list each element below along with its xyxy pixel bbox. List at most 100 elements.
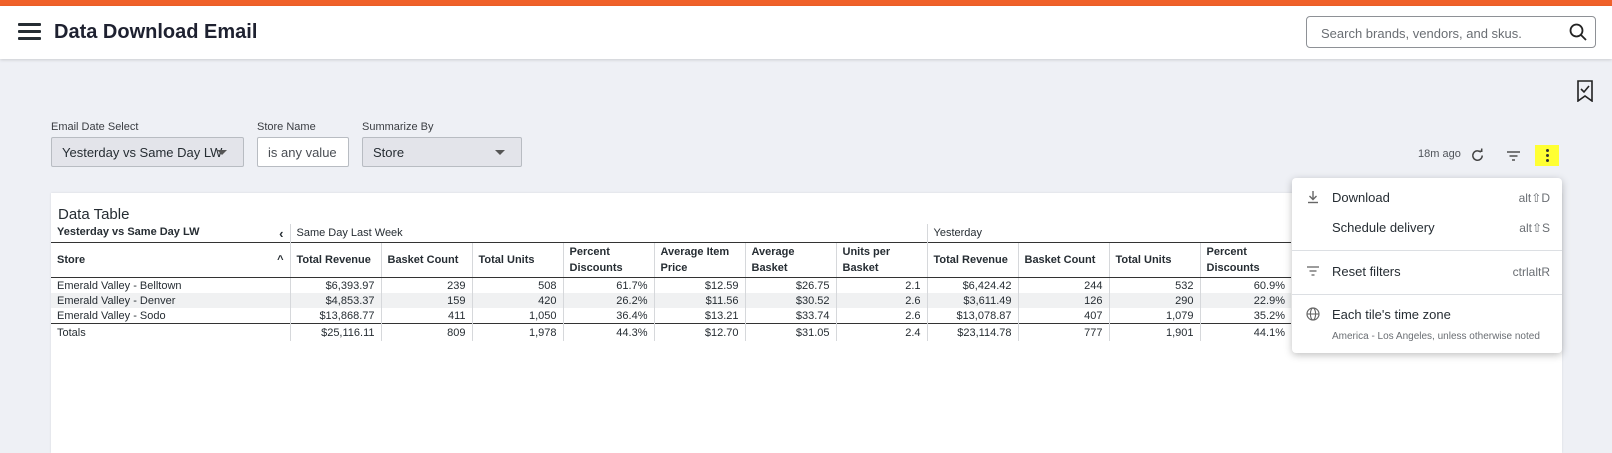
table-cell: 411 — [380, 308, 472, 324]
table-cell: $25,116.11 — [289, 323, 381, 341]
column-header[interactable]: Average Item Price — [653, 242, 745, 278]
store-name-field[interactable]: is any value — [257, 137, 349, 167]
table-cell: $6,393.97 — [289, 277, 381, 293]
menu-divider — [1292, 294, 1562, 295]
summarize-by-select[interactable]: Store — [362, 137, 522, 167]
group-yesterday: Yesterday — [926, 224, 1291, 243]
table-cell: $31.05 — [744, 323, 836, 341]
globe-icon — [1306, 307, 1320, 321]
hamburger-menu-icon[interactable] — [18, 23, 41, 41]
table-cell: $23,114.78 — [926, 323, 1018, 341]
filter-value: Yesterday vs Same Day LW — [62, 145, 223, 160]
filter-lines-icon[interactable] — [1506, 150, 1521, 162]
table-cell: 60.9% — [1199, 277, 1291, 293]
menu-divider — [1292, 250, 1562, 251]
search-box[interactable] — [1306, 16, 1596, 48]
download-icon — [1308, 191, 1318, 204]
table-cell: 239 — [380, 277, 472, 293]
menu-label: Each tile's time zone — [1332, 307, 1451, 322]
table-cell: 22.9% — [1199, 293, 1291, 308]
store-cell: Totals — [51, 323, 290, 341]
totals-row: Totals $25,116.11 809 1,978 44.3% $12.70 $31.0… — [51, 323, 1291, 341]
column-header[interactable]: Basket Count — [380, 242, 472, 278]
search-input[interactable] — [1319, 23, 1563, 43]
filter-summarize-by: Summarize By Store — [362, 121, 522, 167]
table-cell: $13,078.87 — [926, 308, 1018, 324]
filter-email-date: Email Date Select Yesterday vs Same Day … — [51, 121, 244, 167]
filter-label: Email Date Select — [51, 121, 139, 133]
tile-title: Data Table — [58, 206, 130, 223]
more-options-menu: Download alt⇧D Schedule delivery alt⇧S R… — [1292, 178, 1562, 353]
group-same-day-last-week: Same Day Last Week — [289, 224, 927, 243]
bookmark-check-icon[interactable] — [1575, 80, 1595, 102]
column-header[interactable]: Total Revenue — [289, 242, 381, 278]
menu-label: Reset filters — [1332, 264, 1401, 279]
store-cell: Emerald Valley - Denver — [51, 293, 290, 308]
filter-store-name: Store Name is any value — [257, 121, 349, 167]
filter-lines-icon — [1307, 266, 1319, 276]
email-date-select[interactable]: Yesterday vs Same Day LW — [51, 137, 244, 167]
table-cell: 26.2% — [562, 293, 654, 308]
table-cell: 159 — [380, 293, 472, 308]
chevron-left-icon[interactable]: ‹ — [279, 226, 283, 241]
filter-label: Store Name — [257, 121, 316, 133]
table-cell: 2.4 — [835, 323, 927, 341]
table-cell: 532 — [1108, 277, 1200, 293]
table-cell: $3,611.49 — [926, 293, 1018, 308]
menu-item-schedule-delivery[interactable]: Schedule delivery alt⇧S — [1292, 213, 1562, 241]
table-cell: 290 — [1108, 293, 1200, 308]
header-label: Store — [57, 254, 86, 266]
pivot-label-cell: Yesterday vs Same Day LW ‹ — [51, 224, 290, 243]
refresh-icon[interactable] — [1470, 148, 1485, 163]
table-row: Emerald Valley - Denver $4,853.37 159 420 26… — [51, 293, 1291, 308]
data-table: Yesterday vs Same Day LW ‹ Same Day Last… — [51, 224, 1291, 341]
menu-item-time-zone[interactable]: Each tile's time zone America - Los Ange… — [1292, 300, 1562, 346]
header: Data Download Email — [0, 6, 1612, 59]
table-cell: $33.74 — [744, 308, 836, 324]
chevron-down-icon — [217, 150, 227, 155]
table-cell: 2.6 — [835, 308, 927, 324]
store-column-header[interactable]: Store ^ — [51, 242, 290, 278]
column-header[interactable]: Basket Count — [1017, 242, 1109, 278]
column-header[interactable]: Percent Discounts — [562, 242, 654, 278]
table-cell: $13.21 — [653, 308, 745, 324]
table-cell: $30.52 — [744, 293, 836, 308]
menu-shortcut: alt⇧S — [1519, 221, 1550, 235]
table-cell: 61.7% — [562, 277, 654, 293]
filter-value: is any value — [268, 145, 337, 160]
table-row: Emerald Valley - Belltown $6,393.97 239 508… — [51, 277, 1291, 293]
menu-item-reset-filters[interactable]: Reset filters ctrlaltR — [1292, 257, 1562, 285]
column-header[interactable]: Total Revenue — [926, 242, 1018, 278]
table-cell: 2.6 — [835, 293, 927, 308]
more-options-button[interactable] — [1535, 145, 1559, 166]
column-header[interactable]: Average Basket — [744, 242, 836, 278]
filter-label: Summarize By — [362, 121, 434, 133]
table-cell: 126 — [1017, 293, 1109, 308]
column-header[interactable]: Total Units — [471, 242, 563, 278]
menu-label: Schedule delivery — [1332, 220, 1435, 235]
table-cell: 809 — [380, 323, 472, 341]
table-cell: $12.59 — [653, 277, 745, 293]
column-header[interactable]: Units per Basket — [835, 242, 927, 278]
table-cell: $4,853.37 — [289, 293, 381, 308]
table-cell: 44.3% — [562, 323, 654, 341]
menu-shortcut: alt⇧D — [1518, 191, 1550, 205]
column-header[interactable]: Percent Discounts — [1199, 242, 1291, 278]
table-cell: 2.1 — [835, 277, 927, 293]
store-cell: Emerald Valley - Belltown — [57, 279, 182, 292]
menu-item-download[interactable]: Download alt⇧D — [1292, 183, 1562, 211]
table-cell: $26.75 — [744, 277, 836, 293]
search-icon[interactable] — [1569, 23, 1587, 41]
group-header-row: Yesterday vs Same Day LW ‹ Same Day Last… — [51, 224, 1291, 243]
column-header[interactable]: Total Units — [1108, 242, 1200, 278]
chevron-down-icon — [495, 150, 505, 155]
menu-sublabel: America - Los Angeles, unless otherwise … — [1332, 331, 1540, 342]
menu-shortcut: ctrlaltR — [1512, 265, 1550, 279]
table-body: Emerald Valley - Belltown $6,393.97 239 508… — [51, 277, 1291, 341]
table-cell: 508 — [471, 277, 563, 293]
store-cell: Emerald Valley - Sodo — [57, 309, 166, 322]
table-cell: 36.4% — [562, 308, 654, 324]
table-cell: 777 — [1017, 323, 1109, 341]
table-cell: $11.56 — [653, 293, 745, 308]
table-cell: 35.2% — [1199, 308, 1291, 324]
